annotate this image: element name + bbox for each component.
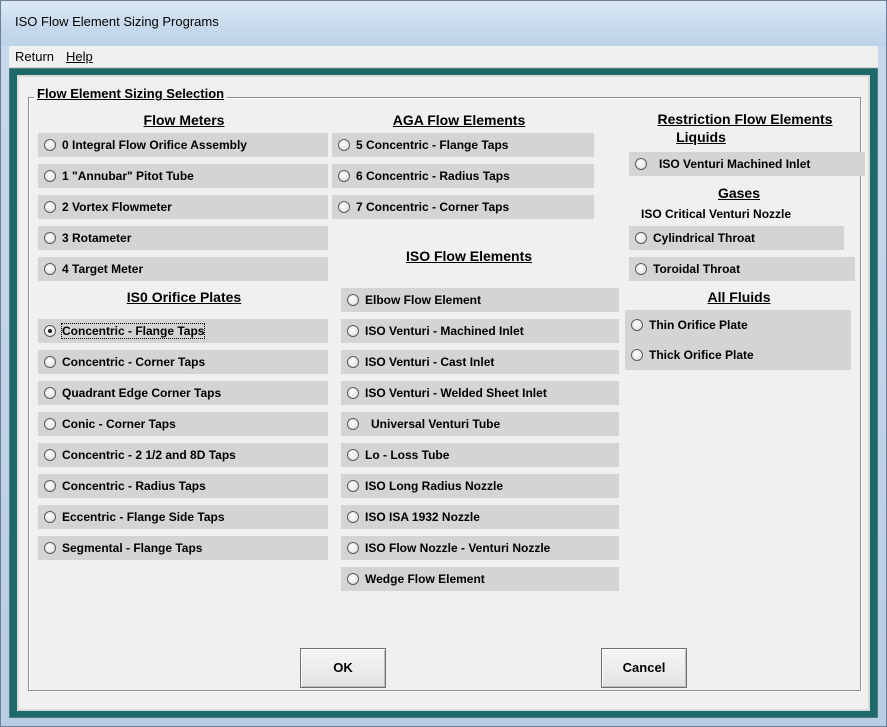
- radio-icon[interactable]: [44, 542, 56, 554]
- radio-icon[interactable]: [44, 511, 56, 523]
- option-elbow-flow-element[interactable]: Elbow Flow Element: [341, 288, 619, 312]
- heading-aga-flow-elements: AGA Flow Elements: [392, 112, 526, 128]
- heading-iso-flow-elements: ISO Flow Elements: [405, 248, 533, 264]
- radio-icon[interactable]: [338, 201, 350, 213]
- radio-icon[interactable]: [44, 449, 56, 461]
- radio-icon[interactable]: [347, 294, 359, 306]
- radio-icon[interactable]: [347, 387, 359, 399]
- radio-checked-icon[interactable]: [44, 325, 56, 337]
- menu-return[interactable]: Return: [15, 49, 54, 64]
- radio-icon[interactable]: [338, 139, 350, 151]
- window-title: ISO Flow Element Sizing Programs: [15, 14, 219, 29]
- option-wedge-flow-element[interactable]: Wedge Flow Element: [341, 567, 619, 591]
- option-segmental-flange-taps[interactable]: Segmental - Flange Taps: [38, 536, 328, 560]
- radio-icon[interactable]: [338, 170, 350, 182]
- client-area: Flow Element Sizing Selection Flow Meter…: [9, 68, 878, 718]
- option-concentric-flange-taps[interactable]: Concentric - Flange Taps: [38, 319, 328, 343]
- cancel-button[interactable]: Cancel: [601, 648, 687, 688]
- option-quadrant-edge-corner-taps[interactable]: Quadrant Edge Corner Taps: [38, 381, 328, 405]
- heading-iso-orifice-plates: IS0 Orifice Plates: [126, 289, 242, 305]
- option-annubar-pitot-tube[interactable]: 1 "Annubar" Pitot Tube: [38, 164, 328, 188]
- radio-icon[interactable]: [44, 418, 56, 430]
- option-iso-isa-1932-nozzle[interactable]: ISO ISA 1932 Nozzle: [341, 505, 619, 529]
- group-title: Flow Element Sizing Selection: [34, 86, 228, 101]
- radio-icon[interactable]: [347, 480, 359, 492]
- heading-all-fluids: All Fluids: [707, 289, 771, 305]
- radio-icon[interactable]: [347, 418, 359, 430]
- radio-icon[interactable]: [347, 356, 359, 368]
- option-concentric-corner-taps[interactable]: Concentric - Corner Taps: [38, 350, 328, 374]
- subheading-iso-critical-venturi-nozzle: ISO Critical Venturi Nozzle: [641, 207, 792, 221]
- option-thin-orifice-plate[interactable]: Thin Orifice Plate Thick Orifice Plate: [625, 310, 851, 370]
- option-lo-loss-tube[interactable]: Lo - Loss Tube: [341, 443, 619, 467]
- option-thick-orifice-plate[interactable]: Thick Orifice Plate: [649, 348, 754, 362]
- option-toroidal-throat[interactable]: Toroidal Throat: [629, 257, 855, 281]
- selection-panel: Flow Element Sizing Selection Flow Meter…: [17, 75, 870, 711]
- option-eccentric-flange-side-taps[interactable]: Eccentric - Flange Side Taps: [38, 505, 328, 529]
- radio-icon[interactable]: [347, 449, 359, 461]
- radio-icon[interactable]: [44, 201, 56, 213]
- option-vortex-flowmeter[interactable]: 2 Vortex Flowmeter: [38, 195, 328, 219]
- radio-icon[interactable]: [44, 356, 56, 368]
- option-target-meter[interactable]: 4 Target Meter: [38, 257, 328, 281]
- radio-icon[interactable]: [44, 232, 56, 244]
- radio-icon[interactable]: [347, 573, 359, 585]
- radio-icon[interactable]: [635, 232, 647, 244]
- option-iso-venturi-cast-inlet[interactable]: ISO Venturi - Cast Inlet: [341, 350, 619, 374]
- title-bar[interactable]: ISO Flow Element Sizing Programs: [1, 1, 886, 46]
- radio-icon[interactable]: [44, 480, 56, 492]
- radio-icon[interactable]: [44, 387, 56, 399]
- menu-bar: Return Help: [9, 46, 878, 68]
- option-cylindrical-throat[interactable]: Cylindrical Throat: [629, 226, 844, 250]
- radio-icon[interactable]: [347, 542, 359, 554]
- heading-gases: Gases: [717, 185, 761, 201]
- heading-flow-meters: Flow Meters: [143, 112, 225, 128]
- option-rotameter[interactable]: 3 Rotameter: [38, 226, 328, 250]
- option-aga-concentric-flange-taps[interactable]: 5 Concentric - Flange Taps: [332, 133, 594, 157]
- option-integral-flow-orifice[interactable]: 0 Integral Flow Orifice Assembly: [38, 133, 328, 157]
- heading-liquids: Liquids: [676, 129, 726, 145]
- radio-icon[interactable]: [44, 170, 56, 182]
- heading-restriction-flow-elements: Restriction Flow Elements: [657, 111, 833, 127]
- radio-icon[interactable]: [44, 263, 56, 275]
- radio-icon[interactable]: [635, 263, 647, 275]
- option-iso-long-radius-nozzle[interactable]: ISO Long Radius Nozzle: [341, 474, 619, 498]
- option-iso-venturi-machined-inlet-liquids[interactable]: ISO Venturi Machined Inlet: [629, 152, 865, 176]
- option-concentric-2-half-8d-taps[interactable]: Concentric - 2 1/2 and 8D Taps: [38, 443, 328, 467]
- radio-icon[interactable]: [347, 325, 359, 337]
- radio-icon[interactable]: [631, 349, 643, 361]
- radio-icon[interactable]: [631, 319, 643, 331]
- menu-help[interactable]: Help: [66, 49, 93, 64]
- ok-button[interactable]: OK: [300, 648, 386, 688]
- radio-icon[interactable]: [635, 158, 647, 170]
- option-iso-venturi-welded-sheet-inlet[interactable]: ISO Venturi - Welded Sheet Inlet: [341, 381, 619, 405]
- option-aga-concentric-radius-taps[interactable]: 6 Concentric - Radius Taps: [332, 164, 594, 188]
- option-conic-corner-taps[interactable]: Conic - Corner Taps: [38, 412, 328, 436]
- radio-icon[interactable]: [44, 139, 56, 151]
- option-iso-venturi-machined-inlet[interactable]: ISO Venturi - Machined Inlet: [341, 319, 619, 343]
- option-concentric-radius-taps[interactable]: Concentric - Radius Taps: [38, 474, 328, 498]
- option-universal-venturi-tube[interactable]: Universal Venturi Tube: [341, 412, 619, 436]
- option-iso-flow-nozzle-venturi-nozzle[interactable]: ISO Flow Nozzle - Venturi Nozzle: [341, 536, 619, 560]
- option-aga-concentric-corner-taps[interactable]: 7 Concentric - Corner Taps: [332, 195, 594, 219]
- radio-icon[interactable]: [347, 511, 359, 523]
- application-window: ISO Flow Element Sizing Programs Return …: [0, 0, 887, 727]
